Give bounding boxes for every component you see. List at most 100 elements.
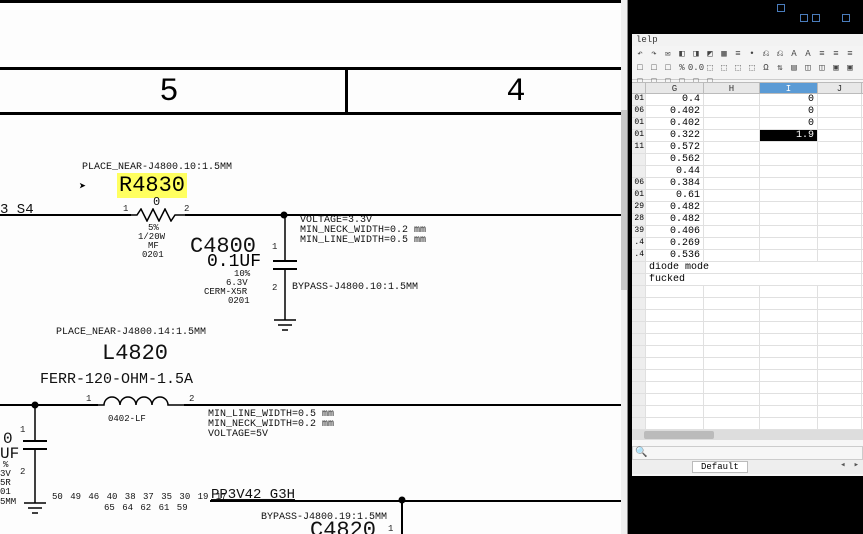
- toolbar-button-19[interactable]: %: [676, 62, 688, 74]
- toolbar-button-28[interactable]: ◫: [802, 62, 814, 74]
- cell[interactable]: [818, 226, 862, 237]
- toolbar-button-27[interactable]: ▤: [788, 62, 800, 74]
- cell[interactable]: [818, 298, 862, 309]
- cell[interactable]: [818, 130, 862, 141]
- cell[interactable]: [646, 298, 704, 309]
- cell[interactable]: [760, 178, 818, 189]
- cell[interactable]: [704, 106, 760, 117]
- row-header[interactable]: [632, 154, 646, 165]
- l4820-refdes[interactable]: L4820: [102, 341, 168, 366]
- cell[interactable]: [760, 166, 818, 177]
- cell[interactable]: [818, 394, 862, 405]
- table-row[interactable]: [632, 346, 863, 358]
- row-header[interactable]: 01: [632, 190, 646, 201]
- toolbar-button-30[interactable]: ▣: [830, 62, 842, 74]
- cell[interactable]: 0.4: [646, 94, 704, 105]
- spreadsheet-horizontal-scrollbar[interactable]: [632, 430, 863, 440]
- cell[interactable]: [760, 214, 818, 225]
- cell[interactable]: [760, 226, 818, 237]
- spreadsheet-pane[interactable]: lelp ↶↷✉◧◨◩▦≡•⎌⎌AA≡≡≡□□□%0.0⬚⬚⬚⬚Ω⇅▤◫◫▣▣□…: [632, 0, 863, 534]
- cell[interactable]: [704, 154, 760, 165]
- cell[interactable]: [646, 286, 704, 297]
- cell[interactable]: [704, 334, 760, 345]
- tab-prev-icon[interactable]: ◂: [840, 460, 845, 470]
- table-row[interactable]: [632, 406, 863, 418]
- row-header[interactable]: 01: [632, 118, 646, 129]
- toolbar-button-16[interactable]: □: [634, 62, 646, 74]
- cell[interactable]: 0.406: [646, 226, 704, 237]
- row-header[interactable]: [632, 382, 646, 393]
- cell[interactable]: [760, 286, 818, 297]
- table-row[interactable]: .40.536: [632, 250, 863, 262]
- toolbar-button-11[interactable]: A: [788, 48, 800, 60]
- spreadsheet-toolbar[interactable]: ↶↷✉◧◨◩▦≡•⎌⎌AA≡≡≡□□□%0.0⬚⬚⬚⬚Ω⇅▤◫◫▣▣□□□□□□: [632, 46, 863, 80]
- row-header[interactable]: 06: [632, 178, 646, 189]
- schematic-viewer[interactable]: 5 4 3 S4 PLACE_NEAR-J4800.10:1.5MM R4830…: [0, 0, 628, 534]
- toolbar-button-4[interactable]: ◨: [690, 48, 702, 60]
- cell[interactable]: [818, 322, 862, 333]
- cell[interactable]: 0.269: [646, 238, 704, 249]
- cell[interactable]: 0.402: [646, 106, 704, 117]
- cell[interactable]: [760, 382, 818, 393]
- row-header[interactable]: [632, 166, 646, 177]
- table-row[interactable]: 280.482: [632, 214, 863, 226]
- menu-help[interactable]: lelp: [636, 35, 658, 45]
- toolbar-button-17[interactable]: □: [648, 62, 660, 74]
- cell[interactable]: [704, 238, 760, 249]
- row-header[interactable]: [632, 394, 646, 405]
- cell[interactable]: [818, 106, 862, 117]
- table-row[interactable]: 390.406: [632, 226, 863, 238]
- table-row[interactable]: 010.4020: [632, 118, 863, 130]
- scrollbar-thumb[interactable]: [644, 431, 714, 439]
- cell[interactable]: [704, 166, 760, 177]
- row-header[interactable]: [632, 334, 646, 345]
- cell[interactable]: diode mode: [646, 262, 862, 273]
- cell[interactable]: [818, 346, 862, 357]
- cell[interactable]: [704, 346, 760, 357]
- cell[interactable]: [760, 394, 818, 405]
- cell[interactable]: [818, 142, 862, 153]
- cell[interactable]: [704, 298, 760, 309]
- table-row[interactable]: 290.482: [632, 202, 863, 214]
- cell[interactable]: 0.572: [646, 142, 704, 153]
- cell[interactable]: [760, 310, 818, 321]
- col-header-G[interactable]: G: [646, 83, 704, 93]
- row-header[interactable]: 06: [632, 106, 646, 117]
- table-row[interactable]: [632, 286, 863, 298]
- cell[interactable]: [704, 382, 760, 393]
- cell[interactable]: [760, 418, 818, 429]
- cell[interactable]: [704, 250, 760, 261]
- toolbar-button-22[interactable]: ⬚: [718, 62, 730, 74]
- toolbar-button-21[interactable]: ⬚: [704, 62, 716, 74]
- cell[interactable]: [760, 358, 818, 369]
- cell[interactable]: [704, 226, 760, 237]
- row-header[interactable]: [632, 262, 646, 273]
- cell[interactable]: [646, 370, 704, 381]
- toolbar-button-26[interactable]: ⇅: [774, 62, 786, 74]
- table-row[interactable]: 010.3221.9: [632, 130, 863, 142]
- cell[interactable]: [818, 358, 862, 369]
- spreadsheet-column-headers[interactable]: G H I J: [632, 82, 863, 94]
- cell[interactable]: [818, 154, 862, 165]
- cell[interactable]: 0.482: [646, 214, 704, 225]
- toolbar-button-24[interactable]: ⬚: [746, 62, 758, 74]
- col-header-I-selected[interactable]: I: [760, 83, 818, 93]
- toolbar-button-3[interactable]: ◧: [676, 48, 688, 60]
- row-header[interactable]: [632, 418, 646, 429]
- cell[interactable]: [818, 166, 862, 177]
- cell[interactable]: [818, 202, 862, 213]
- cell[interactable]: [704, 130, 760, 141]
- cell[interactable]: [704, 142, 760, 153]
- cell[interactable]: [760, 202, 818, 213]
- toolbar-button-23[interactable]: ⬚: [732, 62, 744, 74]
- cell[interactable]: 0.61: [646, 190, 704, 201]
- cell[interactable]: [646, 418, 704, 429]
- row-header[interactable]: 01: [632, 94, 646, 105]
- table-row[interactable]: [632, 382, 863, 394]
- cell[interactable]: 0.402: [646, 118, 704, 129]
- toolbar-button-13[interactable]: ≡: [816, 48, 828, 60]
- cell[interactable]: [760, 142, 818, 153]
- row-header[interactable]: [632, 286, 646, 297]
- cell[interactable]: [704, 286, 760, 297]
- toolbar-button-25[interactable]: Ω: [760, 62, 772, 74]
